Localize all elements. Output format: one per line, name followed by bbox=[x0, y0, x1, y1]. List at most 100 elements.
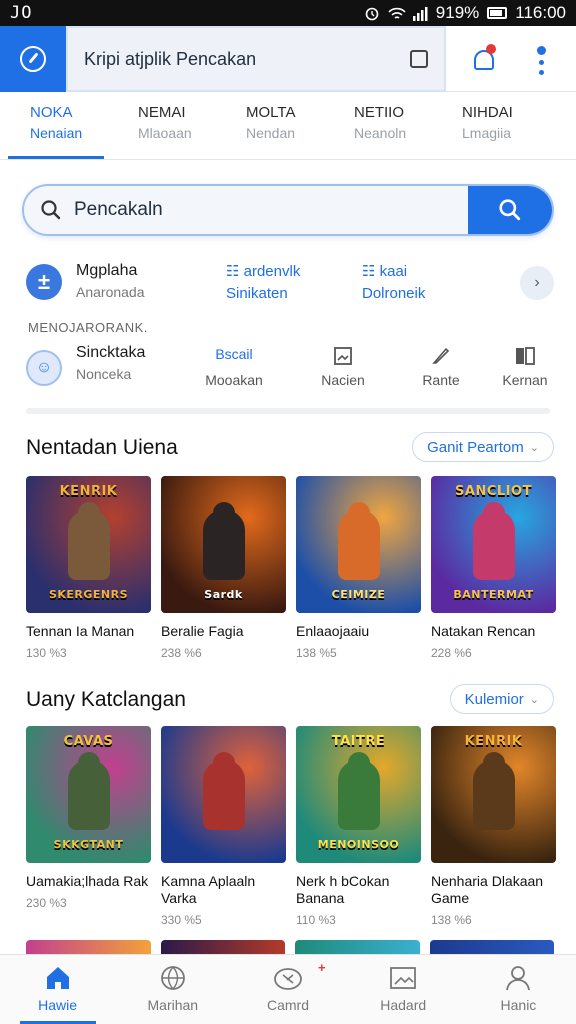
tab-nemai[interactable]: NEMAI Mlaoaan bbox=[116, 92, 224, 159]
account-avatar[interactable]: ± bbox=[26, 264, 62, 300]
tool-item-rante[interactable]: Rante bbox=[406, 346, 476, 388]
section-title: Uany Katclangan bbox=[26, 688, 186, 711]
game-thumbnail[interactable]: CAVAS SKKGTANT bbox=[26, 726, 151, 863]
game-thumb-peek[interactable] bbox=[26, 940, 151, 954]
nav-home[interactable]: Hawie bbox=[0, 955, 115, 1024]
section-divider bbox=[26, 408, 550, 414]
search-input[interactable] bbox=[74, 186, 454, 234]
tab-subtitle: Neanoln bbox=[354, 125, 407, 141]
image-icon bbox=[346, 965, 461, 993]
game-card[interactable]: CAVAS SKKGTANT Uamakia;lhada Rak 230 %3 bbox=[26, 726, 151, 927]
tab-title: MOLTA bbox=[246, 104, 296, 121]
section-caption: MENOJARORANK. bbox=[28, 320, 148, 335]
tab-subtitle: Mlaoaan bbox=[138, 125, 192, 141]
notifications-button[interactable] bbox=[466, 42, 502, 78]
nav-label: Camrd bbox=[267, 997, 310, 1013]
status-bar: JO 919% 116:00 bbox=[0, 0, 576, 26]
menu-alert-dot bbox=[536, 45, 546, 55]
game-thumb-peek[interactable] bbox=[429, 940, 554, 954]
game-card[interactable]: KENRIK Nenharia Dlakaan Game 138 %6 bbox=[431, 726, 556, 927]
character-art bbox=[203, 510, 245, 580]
tool-main-name: Sincktaka bbox=[76, 344, 146, 361]
game-meta: 230 %3 bbox=[26, 896, 67, 910]
game-meta: 238 %6 bbox=[161, 646, 202, 660]
tab-nihdai[interactable]: NIHDAI Lmagiia bbox=[440, 92, 548, 159]
section-filter-button[interactable]: Kulemior ⌄ bbox=[449, 684, 554, 714]
game-card[interactable]: SANCLIOT BANTERMAT Natakan Rencan 228 %6 bbox=[431, 476, 556, 660]
main-content: ± Mgplaha Anaronada ☷ ardenvlk Sinikaten… bbox=[6, 164, 570, 954]
game-meta: 330 %5 bbox=[161, 913, 202, 927]
game-card[interactable]: KENRIK SKERGENRS Tennan Ia Manan 130 %3 bbox=[26, 476, 151, 660]
battery-icon bbox=[487, 7, 508, 19]
more-menu-button[interactable] bbox=[526, 40, 556, 80]
game-thumbnail[interactable]: KENRIK SKERGENRS bbox=[26, 476, 151, 613]
game-thumbnail[interactable]: CEIMIZE bbox=[296, 476, 421, 613]
tool-item-kernan[interactable]: Kernan bbox=[492, 346, 558, 388]
thumbnail-title: CAVAS bbox=[63, 734, 114, 749]
tool-avatar-icon[interactable]: ☺ bbox=[26, 350, 62, 386]
thumbnail-subtitle: BANTERMAT bbox=[453, 588, 534, 601]
nav-profile[interactable]: Hanic bbox=[461, 955, 576, 1024]
character-art bbox=[68, 510, 110, 580]
game-thumbnail[interactable]: Sardk bbox=[161, 476, 286, 613]
address-text: Kripi atjplik Pencakan bbox=[84, 48, 257, 69]
game-name: Enlaaojaaiu bbox=[296, 623, 370, 639]
tab-noka[interactable]: NOKA Nenaian bbox=[8, 92, 116, 159]
tab-subtitle: Nendan bbox=[246, 125, 296, 141]
game-meta: 138 %6 bbox=[431, 913, 472, 927]
chevron-down-icon: ⌄ bbox=[529, 441, 539, 454]
tab-switcher-icon[interactable] bbox=[410, 50, 428, 68]
game-grid: KENRIK SKERGENRS Tennan Ia Manan 130 %3 Sard… bbox=[26, 476, 556, 660]
quick-link-1[interactable]: ☷ ardenvlk Sinikaten bbox=[226, 262, 300, 302]
list-icon: ☷ bbox=[362, 263, 380, 280]
game-thumbnail[interactable] bbox=[161, 726, 286, 863]
game-meta: 138 %5 bbox=[296, 646, 337, 660]
game-card[interactable]: TAITRE MENOINSOO Nerk h bCokan Banana 110 %… bbox=[296, 726, 421, 927]
search-button[interactable] bbox=[468, 186, 552, 234]
tab-netiio[interactable]: NETIIO Neanoln bbox=[332, 92, 440, 159]
game-card[interactable]: Sardk Beralie Fagia 238 %6 bbox=[161, 476, 286, 660]
game-thumbnail[interactable]: KENRIK bbox=[431, 726, 556, 863]
thumbnail-subtitle: Sardk bbox=[204, 588, 243, 601]
section-header: Uany Katclangan Kulemior ⌄ bbox=[26, 684, 554, 718]
game-name: Natakan Rencan bbox=[431, 623, 536, 639]
tool-main[interactable]: Sincktaka Nonceka bbox=[76, 344, 145, 382]
chevron-right-icon[interactable]: › bbox=[520, 266, 554, 300]
address-bar[interactable]: Kripi atjplik Pencakan bbox=[66, 26, 446, 92]
game-name: Uamakia;lhada Rak bbox=[26, 873, 149, 889]
tool-label: Rante bbox=[422, 372, 460, 388]
tab-title: NOKA bbox=[30, 104, 73, 121]
bottom-nav: Hawie Marihan Camrd Hadard Hanic bbox=[0, 954, 576, 1024]
quick-link-2[interactable]: ☷ kaai Dolroneik bbox=[362, 262, 425, 302]
game-card[interactable]: Kamna Aplaaln Varka 330 %5 bbox=[161, 726, 286, 927]
game-thumb-peek[interactable] bbox=[160, 940, 285, 954]
nav-label: Hanic bbox=[500, 997, 537, 1013]
tool-item-nacien[interactable]: Nacien bbox=[308, 346, 378, 388]
tool-item-mooakan[interactable]: Bscail Mooakan bbox=[194, 346, 274, 388]
account-info[interactable]: Mgplaha Anaronada bbox=[76, 262, 145, 300]
nav-marihan[interactable]: Marihan bbox=[115, 955, 230, 1024]
game-name: Nenharia Dlakaan Game bbox=[431, 873, 544, 906]
list-icon: ☷ bbox=[226, 263, 244, 280]
section-title: Nentadan Uiena bbox=[26, 436, 178, 459]
compass-button[interactable] bbox=[0, 26, 66, 92]
nav-hadard[interactable]: Hadard bbox=[346, 955, 461, 1024]
tool-label: Kernan bbox=[502, 372, 548, 388]
game-meta: 130 %3 bbox=[26, 646, 67, 660]
user-icon bbox=[461, 965, 576, 993]
game-thumbnail[interactable]: TAITRE MENOINSOO bbox=[296, 726, 421, 863]
character-art bbox=[338, 510, 380, 580]
nav-label: Hadard bbox=[380, 997, 427, 1013]
game-grid: CAVAS SKKGTANT Uamakia;lhada Rak 230 %3 Kamn… bbox=[26, 726, 556, 927]
battery-percent: 919% bbox=[435, 3, 480, 22]
tab-molta[interactable]: MOLTA Nendan bbox=[224, 92, 332, 159]
section-filter-button[interactable]: Ganit Peartom ⌄ bbox=[412, 432, 554, 462]
globe-icon bbox=[115, 965, 230, 993]
pen-icon bbox=[406, 346, 476, 368]
game-thumb-peek[interactable] bbox=[295, 940, 420, 954]
nav-camrd[interactable]: Camrd bbox=[230, 955, 345, 1024]
game-thumbnail[interactable]: SANCLIOT BANTERMAT bbox=[431, 476, 556, 613]
quick-link-sub: Sinikaten bbox=[226, 285, 288, 302]
game-card[interactable]: CEIMIZE Enlaaojaaiu 138 %5 bbox=[296, 476, 421, 660]
tab-title: NIHDAI bbox=[462, 104, 513, 121]
